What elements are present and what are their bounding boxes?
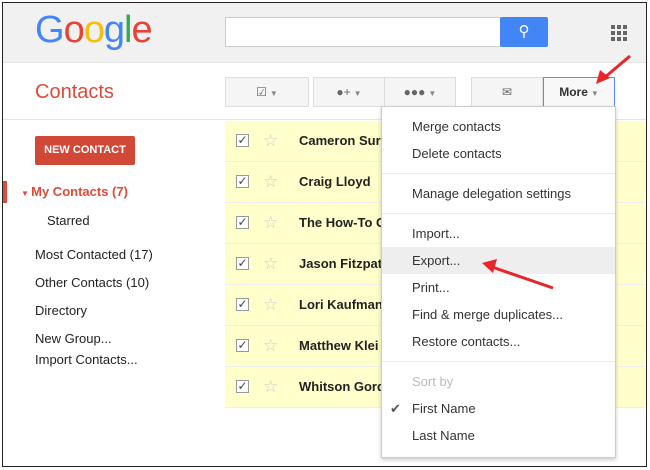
row-checkbox[interactable]: ✓ <box>236 339 249 352</box>
checkbox-icon: ☑ <box>256 85 267 99</box>
row-checkbox[interactable]: ✓ <box>236 257 249 270</box>
star-icon[interactable]: ☆ <box>263 131 278 151</box>
checkmark-icon: ✔ <box>390 401 401 416</box>
contact-name[interactable]: Matthew Klei <box>299 338 378 353</box>
menu-item-print[interactable]: Print... <box>382 274 615 301</box>
chevron-down-icon: ▼ <box>353 89 362 98</box>
my-contacts-label: My Contacts (7) <box>31 184 128 199</box>
more-button[interactable]: More ▼ <box>543 77 615 107</box>
chevron-down-icon: ▼ <box>590 89 599 98</box>
new-group-link[interactable]: New Group... <box>35 331 112 346</box>
menu-item-delegation[interactable]: Manage delegation settings <box>382 180 615 207</box>
star-icon[interactable]: ☆ <box>263 295 278 315</box>
apps-grid-icon[interactable] <box>611 25 627 41</box>
more-label: More <box>559 85 588 99</box>
menu-separator <box>382 361 615 362</box>
star-icon[interactable]: ☆ <box>263 254 278 274</box>
sidebar-item-other-contacts[interactable]: Other Contacts (10) <box>35 275 149 290</box>
sidebar-item-directory[interactable]: Directory <box>35 303 87 318</box>
row-checkbox[interactable]: ✓ <box>236 216 249 229</box>
select-button[interactable]: ☑ ▼ <box>225 77 309 107</box>
google-logo[interactable]: Google <box>35 9 153 52</box>
menu-item-sort-first-name[interactable]: ✔ First Name <box>382 395 615 422</box>
menu-separator <box>382 213 615 214</box>
star-icon[interactable]: ☆ <box>263 377 278 397</box>
first-name-label: First Name <box>412 401 476 416</box>
contact-name[interactable]: Cameron Sur <box>299 133 381 148</box>
expand-icon: ▼ <box>21 189 32 198</box>
sidebar-item-my-contacts[interactable]: ▼ My Contacts (7) <box>21 184 128 199</box>
row-checkbox[interactable]: ✓ <box>236 380 249 393</box>
top-bar: Google ⚲ <box>3 3 646 63</box>
menu-item-delete[interactable]: Delete contacts <box>382 140 615 167</box>
contact-name[interactable]: The How-To G <box>299 215 386 230</box>
sidebar-item-most-contacted[interactable]: Most Contacted (17) <box>35 247 153 262</box>
row-checkbox[interactable]: ✓ <box>236 298 249 311</box>
groups-icon: ●●● <box>403 85 426 99</box>
new-contact-button[interactable]: NEW CONTACT <box>35 136 135 165</box>
search-button[interactable]: ⚲ <box>500 17 548 47</box>
menu-item-merge[interactable]: Merge contacts <box>382 113 615 140</box>
active-indicator <box>3 181 7 203</box>
row-checkbox[interactable]: ✓ <box>236 134 249 147</box>
sidebar-item-starred[interactable]: Starred <box>47 213 90 228</box>
search-icon: ⚲ <box>518 23 530 40</box>
search-input[interactable] <box>225 17 501 47</box>
row-checkbox[interactable]: ✓ <box>236 175 249 188</box>
menu-item-import[interactable]: Import... <box>382 220 615 247</box>
groups-button[interactable]: ●●● ▼ <box>384 77 456 107</box>
menu-separator <box>382 173 615 174</box>
contact-name[interactable]: Whitson Gord <box>299 379 385 394</box>
contact-name[interactable]: Lori Kaufman <box>299 297 383 312</box>
import-contacts-link[interactable]: Import Contacts... <box>35 352 138 367</box>
email-button[interactable]: ✉ <box>471 77 543 107</box>
chevron-down-icon: ▼ <box>269 89 278 98</box>
add-to-contacts-button[interactable]: ●+ ▼ <box>313 77 385 107</box>
more-dropdown-menu: Merge contacts Delete contacts Manage de… <box>381 106 616 458</box>
menu-item-find-merge[interactable]: Find & merge duplicates... <box>382 301 615 328</box>
menu-item-export[interactable]: Export... <box>382 247 615 274</box>
star-icon[interactable]: ☆ <box>263 336 278 356</box>
envelope-icon: ✉ <box>501 85 513 99</box>
contact-name[interactable]: Craig Lloyd <box>299 174 371 189</box>
sort-by-label: Sort by <box>412 374 454 389</box>
star-icon[interactable]: ☆ <box>263 213 278 233</box>
add-person-icon: ●+ <box>336 85 351 99</box>
chevron-down-icon: ▼ <box>428 89 437 98</box>
contact-name[interactable]: Jason Fitzpat <box>299 256 382 271</box>
menu-item-sort-last-name[interactable]: Last Name <box>382 422 615 449</box>
contacts-window: Google ⚲ Contacts ☑ ▼ ●+ ▼ ●●● ▼ ✉ More ▼ NE… <box>2 2 647 467</box>
star-icon[interactable]: ☆ <box>263 172 278 192</box>
menu-item-restore[interactable]: Restore contacts... <box>382 328 615 355</box>
page-title: Contacts <box>35 81 114 103</box>
